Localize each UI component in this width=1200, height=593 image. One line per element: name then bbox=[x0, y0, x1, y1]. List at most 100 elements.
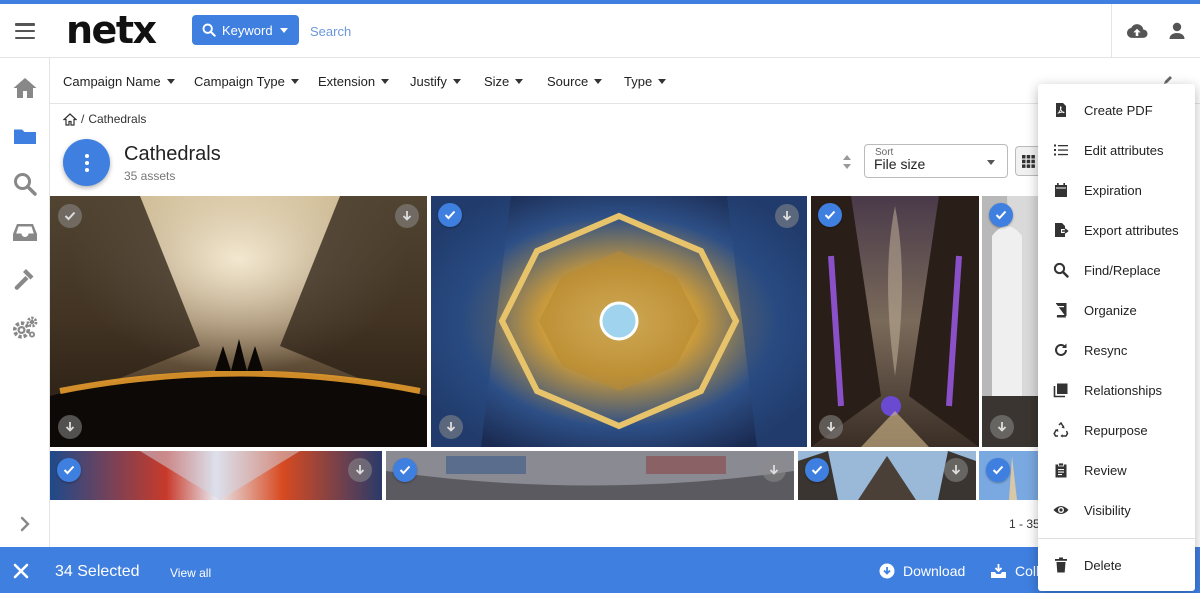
asset-thumbnail[interactable] bbox=[50, 196, 427, 447]
asset-thumbnail[interactable] bbox=[979, 451, 1038, 500]
search-icon[interactable] bbox=[12, 171, 38, 197]
menu-item-label: Visibility bbox=[1084, 503, 1131, 518]
asset-options-button[interactable] bbox=[762, 458, 786, 482]
recycle-icon bbox=[1053, 422, 1069, 438]
eye-icon bbox=[1053, 506, 1069, 514]
menu-item-review[interactable]: Review bbox=[1038, 450, 1195, 490]
select-checkbox-checked[interactable] bbox=[393, 458, 417, 482]
menu-item-export-attributes[interactable]: Export attributes bbox=[1038, 210, 1195, 250]
attribute-filter-bar: Campaign Name Campaign Type Extension Ju… bbox=[50, 58, 1200, 104]
asset-count: 35 assets bbox=[124, 169, 176, 183]
left-sidebar bbox=[0, 58, 50, 547]
chevron-down-icon bbox=[987, 160, 995, 165]
search-input[interactable] bbox=[304, 19, 704, 43]
asset-thumbnail[interactable] bbox=[386, 451, 794, 500]
inbox-icon[interactable] bbox=[12, 219, 38, 245]
refresh-icon bbox=[1055, 343, 1067, 356]
menu-item-create-pdf[interactable]: Create PDF bbox=[1038, 90, 1195, 130]
download-arrow-icon bbox=[65, 422, 75, 432]
filter-label: Type bbox=[624, 74, 653, 89]
sort-select[interactable]: Sort File size bbox=[864, 144, 1008, 178]
hammer-tools-icon[interactable] bbox=[12, 267, 38, 293]
download-button[interactable] bbox=[990, 415, 1014, 439]
menu-item-edit-attributes[interactable]: Edit attributes bbox=[1038, 130, 1195, 170]
cloud-upload-icon[interactable] bbox=[1126, 21, 1148, 41]
menu-item-label: Export attributes bbox=[1084, 223, 1179, 238]
filter-source[interactable]: Source bbox=[547, 74, 603, 89]
download-selected-button[interactable]: Download bbox=[879, 563, 965, 579]
search-icon bbox=[202, 23, 216, 37]
select-checkbox-checked[interactable] bbox=[805, 458, 829, 482]
menu-item-organize[interactable]: Organize bbox=[1038, 290, 1195, 330]
menu-item-find-replace[interactable]: Find/Replace bbox=[1038, 250, 1195, 290]
relationships-icon bbox=[1053, 383, 1068, 398]
select-checkbox-checked[interactable] bbox=[818, 203, 842, 227]
asset-options-button[interactable] bbox=[395, 204, 419, 228]
chevron-right-icon[interactable] bbox=[12, 511, 38, 537]
chevron-down-icon bbox=[381, 79, 390, 84]
filter-label: Campaign Type bbox=[194, 74, 285, 89]
collection-download-icon bbox=[991, 564, 1006, 578]
chevron-down-icon bbox=[166, 79, 175, 84]
download-button[interactable] bbox=[439, 415, 463, 439]
menu-item-resync[interactable]: Resync bbox=[1038, 330, 1195, 370]
menu-item-delete[interactable]: Delete bbox=[1038, 545, 1195, 585]
grid-view-toggle[interactable] bbox=[1015, 146, 1039, 176]
menu-item-label: Edit attributes bbox=[1084, 143, 1164, 158]
asset-thumbnail[interactable] bbox=[811, 196, 979, 447]
asset-thumbnail[interactable] bbox=[982, 196, 1038, 447]
filter-extension[interactable]: Extension bbox=[318, 74, 390, 89]
filter-campaign-name[interactable]: Campaign Name bbox=[63, 74, 175, 89]
sort-direction-icon[interactable] bbox=[842, 154, 852, 170]
checkmark-icon bbox=[995, 210, 1007, 220]
menu-item-label: Resync bbox=[1084, 343, 1128, 358]
download-arrow-icon bbox=[782, 211, 792, 221]
menu-item-visibility[interactable]: Visibility bbox=[1038, 490, 1195, 530]
select-checkbox-checked[interactable] bbox=[57, 458, 81, 482]
menu-item-relationships[interactable]: Relationships bbox=[1038, 370, 1195, 410]
select-checkbox-unchecked[interactable] bbox=[58, 204, 82, 228]
download-button[interactable] bbox=[819, 415, 843, 439]
calendar-icon bbox=[1055, 183, 1067, 197]
asset-thumbnail[interactable] bbox=[50, 451, 382, 500]
filter-campaign-type[interactable]: Campaign Type bbox=[194, 74, 299, 89]
user-account-icon[interactable] bbox=[1166, 21, 1188, 41]
keyword-search-type-button[interactable]: Keyword bbox=[192, 15, 299, 45]
asset-options-button[interactable] bbox=[348, 458, 372, 482]
menu-item-expiration[interactable]: Expiration bbox=[1038, 170, 1195, 210]
filter-justify[interactable]: Justify bbox=[410, 74, 461, 89]
clipboard-icon bbox=[1055, 462, 1067, 478]
asset-thumbnail[interactable] bbox=[431, 196, 807, 447]
menu-item-label: Find/Replace bbox=[1084, 263, 1161, 278]
folder-actions-button[interactable] bbox=[63, 139, 110, 186]
home-icon[interactable] bbox=[12, 75, 38, 101]
hamburger-menu-icon[interactable] bbox=[15, 23, 35, 40]
select-checkbox-checked[interactable] bbox=[989, 203, 1013, 227]
netx-logo[interactable]: netx bbox=[66, 8, 157, 52]
selection-action-bar: 34 Selected View all Download Coll bbox=[0, 547, 1200, 593]
select-checkbox-checked[interactable] bbox=[986, 458, 1010, 482]
filter-label: Justify bbox=[410, 74, 447, 89]
download-arrow-icon bbox=[446, 422, 456, 432]
filter-size[interactable]: Size bbox=[484, 74, 524, 89]
download-arrow-icon bbox=[951, 465, 961, 475]
asset-thumbnail[interactable] bbox=[798, 451, 976, 500]
asset-options-button[interactable] bbox=[944, 458, 968, 482]
add-to-collection-button[interactable]: Coll bbox=[990, 563, 1039, 579]
menu-item-repurpose[interactable]: Repurpose bbox=[1038, 410, 1195, 450]
home-icon[interactable] bbox=[63, 112, 77, 126]
download-button[interactable] bbox=[58, 415, 82, 439]
bulk-actions-menu: Create PDF Edit attributes Expiration Ex… bbox=[1038, 84, 1195, 591]
asset-options-button[interactable] bbox=[775, 204, 799, 228]
select-checkbox-checked[interactable] bbox=[438, 203, 462, 227]
view-all-link[interactable]: View all bbox=[170, 566, 211, 580]
close-icon[interactable] bbox=[13, 563, 29, 579]
gears-settings-icon[interactable] bbox=[12, 315, 38, 341]
checkmark-icon bbox=[399, 465, 411, 475]
gothic-ceiling-image bbox=[386, 451, 794, 500]
checkmark-icon bbox=[824, 210, 836, 220]
folder-icon[interactable] bbox=[12, 123, 38, 149]
collection-label: Coll bbox=[1015, 563, 1040, 579]
filter-type[interactable]: Type bbox=[624, 74, 667, 89]
breadcrumb-current[interactable]: Cathedrals bbox=[88, 112, 146, 126]
